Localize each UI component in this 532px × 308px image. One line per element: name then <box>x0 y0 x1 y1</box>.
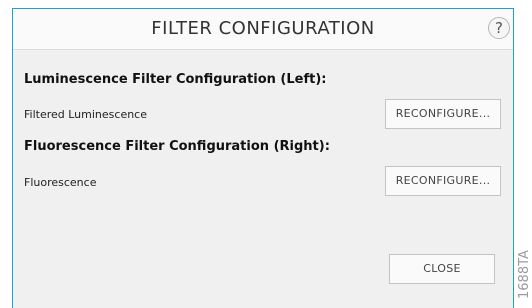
reconfigure-fluorescence-button[interactable]: RECONFIGURE... <box>385 166 501 196</box>
fluorescence-filter-name: Fluorescence <box>24 176 97 189</box>
figure-id-watermark: 1688TA <box>517 246 532 299</box>
close-button[interactable]: CLOSE <box>389 254 495 284</box>
dialog-title: FILTER CONFIGURATION <box>151 18 375 39</box>
dialog-title-bar: FILTER CONFIGURATION ? <box>13 9 513 50</box>
help-icon[interactable]: ? <box>488 17 510 39</box>
figure-id-text: 1688TA <box>517 250 532 299</box>
luminescence-section-heading: Luminescence Filter Configuration (Left)… <box>24 72 327 87</box>
reconfigure-luminescence-button[interactable]: RECONFIGURE... <box>385 99 501 129</box>
luminescence-filter-name: Filtered Luminescence <box>24 108 147 121</box>
filter-configuration-dialog: FILTER CONFIGURATION ? Luminescence Filt… <box>12 8 514 308</box>
fluorescence-section-heading: Fluorescence Filter Configuration (Right… <box>24 139 330 154</box>
